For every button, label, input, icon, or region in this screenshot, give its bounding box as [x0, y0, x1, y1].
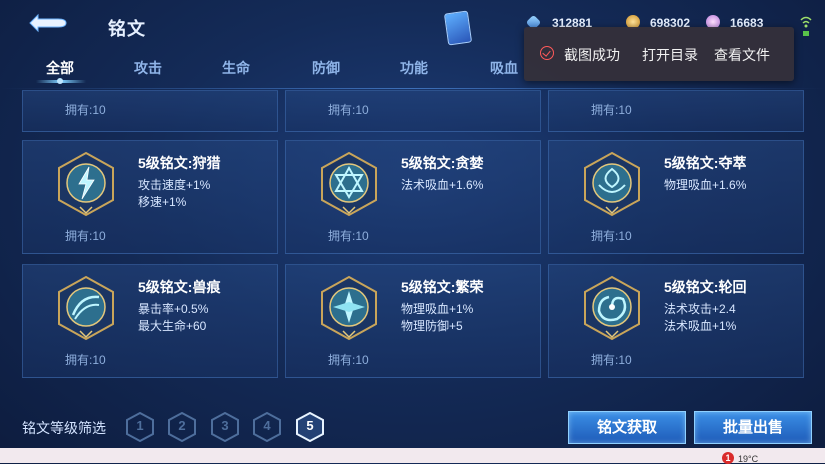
rune-card-partial[interactable]: 拥有:10	[548, 90, 804, 132]
obtain-runes-button[interactable]: 铭文获取	[568, 411, 686, 444]
knot-rune-icon	[584, 151, 640, 217]
owned-count: 拥有:10	[591, 103, 632, 117]
level-filter-1[interactable]: 1	[126, 412, 154, 442]
owned-count: 拥有:10	[65, 103, 106, 117]
rune-attribute: 物理吸血+1%	[401, 302, 474, 316]
tab-all[interactable]: 全部	[46, 58, 74, 78]
rune-card[interactable]: 5级铭文:轮回 法术攻击+2.4 法术吸血+1% 拥有:10	[548, 264, 804, 378]
rune-attribute: 法术吸血+1.6%	[401, 178, 484, 192]
rune-attribute: 暴击率+0.5%	[138, 302, 209, 316]
level-number: 1	[136, 418, 144, 433]
swirl-rune-icon	[584, 275, 640, 341]
rune-card-icon[interactable]	[443, 10, 473, 46]
owned-count: 拥有:10	[591, 229, 632, 243]
level-filter-label: 铭文等级筛选	[22, 420, 106, 436]
level-filter-2[interactable]: 2	[168, 412, 196, 442]
rune-attribute: 法术攻击+2.4	[664, 302, 736, 316]
back-button[interactable]	[24, 10, 70, 36]
rune-name: 5级铭文:狩猎	[138, 155, 221, 171]
level-filter-3[interactable]: 3	[211, 412, 239, 442]
rune-name: 5级铭文:夺萃	[664, 155, 747, 171]
system-taskbar	[0, 448, 825, 463]
tab-defense[interactable]: 防御	[312, 58, 340, 78]
view-file-link[interactable]: 查看文件	[714, 45, 770, 65]
rune-card-partial[interactable]: 拥有:10	[22, 90, 278, 132]
rune-card[interactable]: 5级铭文:狩猎 攻击速度+1% 移速+1% 拥有:10	[22, 140, 278, 254]
rune-attribute: 物理吸血+1.6%	[664, 178, 747, 192]
rune-card[interactable]: 5级铭文:夺萃 物理吸血+1.6% 拥有:10	[548, 140, 804, 254]
rune-attribute: 最大生命+60	[138, 319, 207, 333]
rune-attribute: 法术吸血+1%	[664, 319, 737, 333]
lightning-rune-icon	[58, 151, 114, 217]
rune-card[interactable]: 5级铭文:兽痕 暴击率+0.5% 最大生命+60 拥有:10	[22, 264, 278, 378]
claw-rune-icon	[58, 275, 114, 341]
owned-count: 拥有:10	[328, 103, 369, 117]
page-title: 铭文	[108, 19, 146, 39]
back-arrow-icon	[29, 13, 67, 33]
level-number: 3	[221, 418, 229, 433]
star-rune-icon	[321, 151, 377, 217]
level-filter-5[interactable]: 5	[296, 412, 324, 442]
tab-utility[interactable]: 功能	[400, 58, 428, 78]
owned-count: 拥有:10	[591, 353, 632, 367]
level-number: 5	[306, 418, 314, 433]
owned-count: 拥有:10	[328, 353, 369, 367]
rune-name: 5级铭文:兽痕	[138, 279, 221, 295]
check-circle-icon	[540, 46, 554, 60]
screenshot-toast: 截图成功 打开目录 查看文件	[524, 27, 794, 81]
tab-lifesteal[interactable]: 吸血	[490, 58, 518, 78]
rune-card-partial[interactable]: 拥有:10	[285, 90, 541, 132]
tab-health[interactable]: 生命	[222, 58, 250, 78]
owned-count: 拥有:10	[328, 229, 369, 243]
active-tab-dot	[57, 78, 63, 84]
rune-attribute: 移速+1%	[138, 195, 187, 209]
rune-card[interactable]: 5级铭文:繁荣 物理吸血+1% 物理防御+5 拥有:10	[285, 264, 541, 378]
rune-card[interactable]: 5级铭文:贪婪 法术吸血+1.6% 拥有:10	[285, 140, 541, 254]
rune-name: 5级铭文:繁荣	[401, 279, 484, 295]
open-directory-link[interactable]: 打开目录	[642, 45, 698, 65]
crystal-rune-icon	[321, 275, 377, 341]
toast-message: 截图成功	[564, 47, 620, 63]
tab-attack[interactable]: 攻击	[134, 58, 162, 78]
owned-count: 拥有:10	[65, 353, 106, 367]
signal-icon	[800, 16, 812, 36]
level-number: 4	[263, 418, 271, 433]
rune-attribute: 物理防御+5	[401, 319, 463, 333]
rune-attribute: 攻击速度+1%	[138, 178, 211, 192]
rune-name: 5级铭文:贪婪	[401, 155, 484, 171]
divider	[0, 88, 825, 89]
owned-count: 拥有:10	[65, 229, 106, 243]
level-filter-4[interactable]: 4	[253, 412, 281, 442]
level-number: 2	[178, 418, 186, 433]
bulk-sell-button[interactable]: 批量出售	[694, 411, 812, 444]
notification-badge: 1	[722, 452, 734, 464]
rune-name: 5级铭文:轮回	[664, 279, 747, 295]
